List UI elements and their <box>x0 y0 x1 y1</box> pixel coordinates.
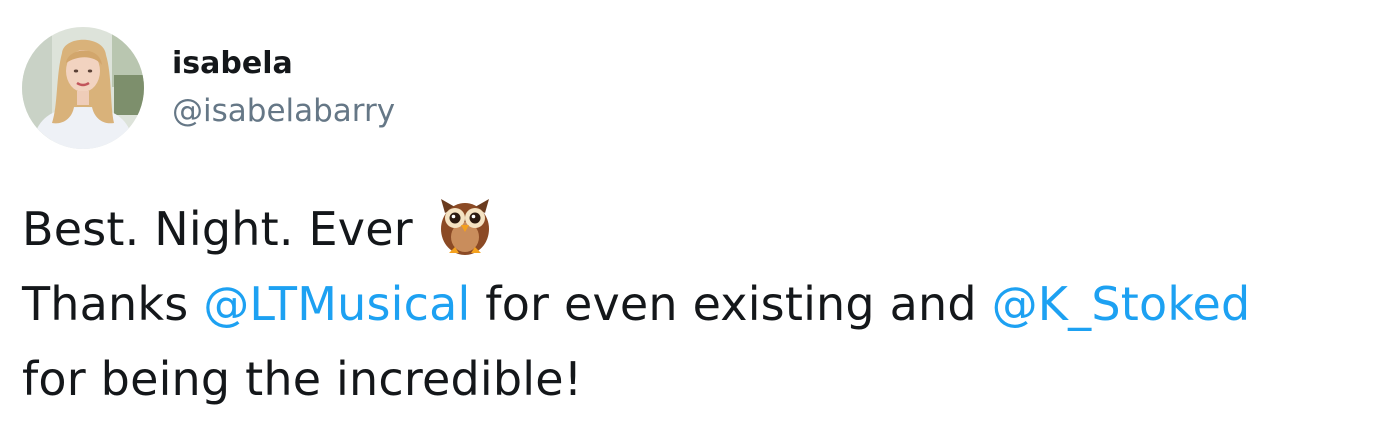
tweet-line-2-part-2: for even existing and <box>470 277 992 331</box>
mention-k-stoked-link[interactable]: @K_Stoked <box>992 277 1251 331</box>
tweet-line-3-text: for being the incredible! <box>22 352 583 406</box>
display-name[interactable]: isabela <box>172 46 395 82</box>
tweet-line-1-text: Best. Night. Ever <box>22 202 413 256</box>
avatar-image <box>22 27 144 149</box>
tweet-card: isabela @isabelabarry Best. Night. Ever <box>0 0 1400 432</box>
user-names: isabela @isabelabarry <box>172 46 395 130</box>
avatar[interactable] <box>22 27 144 149</box>
tweet-line-1: Best. Night. Ever <box>22 192 1392 267</box>
tweet-text: Best. Night. Ever Thanks @LTMusical for … <box>22 192 1392 417</box>
user-handle[interactable]: @isabelabarry <box>172 92 395 130</box>
tweet-line-2-part-1: Thanks <box>22 277 204 331</box>
owl-emoji-icon <box>437 197 493 257</box>
tweet-line-2: Thanks @LTMusical for even existing and … <box>22 267 1392 342</box>
tweet-line-3: for being the incredible! <box>22 342 1392 417</box>
tweet-header: isabela @isabelabarry <box>22 26 395 150</box>
mention-ltmusical-link[interactable]: @LTMusical <box>203 277 470 331</box>
